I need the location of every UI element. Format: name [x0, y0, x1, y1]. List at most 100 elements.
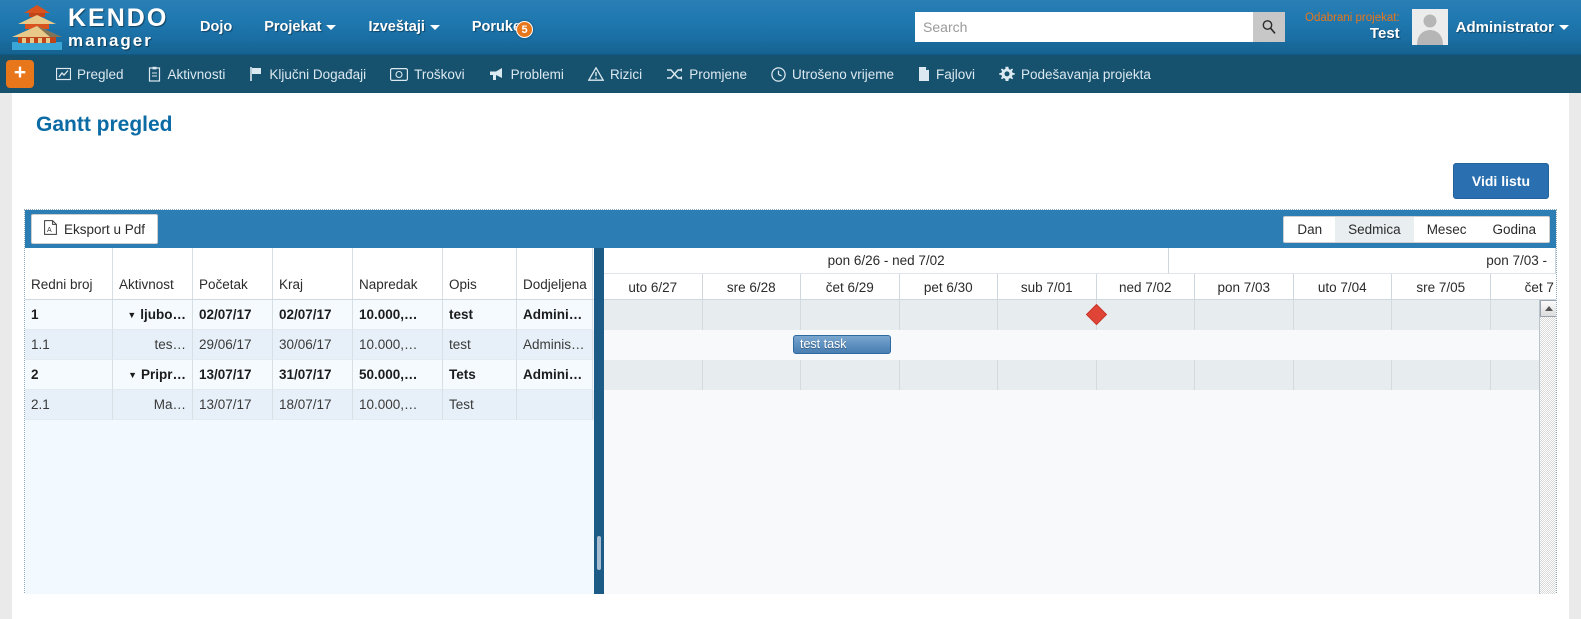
scroll-up-button[interactable]: [1540, 300, 1556, 317]
timeline-cell: [1195, 360, 1294, 390]
timeline-row[interactable]: [604, 390, 1556, 420]
cell-pocetak: 29/06/17: [193, 330, 273, 360]
add-button[interactable]: +: [6, 60, 34, 88]
timeline-cell: [801, 360, 900, 390]
subnav-item-rizici[interactable]: Rizici: [576, 67, 654, 82]
grid-column-aktivnost[interactable]: Aktivnost: [113, 248, 193, 299]
subnav-item-aktivnosti[interactable]: Aktivnosti: [136, 66, 238, 82]
subnav-item-problemi-label: Problemi: [510, 66, 564, 82]
header-right-section: Odabrani projekat: Test Administrator: [915, 0, 1581, 55]
table-row[interactable]: 1 ▼ ljubo… 02/07/17 02/07/17 10.000,… tes…: [25, 300, 594, 330]
messages-count-badge: 5: [516, 21, 534, 38]
cell-aktivnost[interactable]: ▼ Pripr…: [113, 360, 193, 390]
subnav-item-pregled[interactable]: Pregled: [44, 67, 136, 82]
nav-item-izvestaji[interactable]: Izveštaji: [352, 19, 455, 35]
subnav-item-fajlovi-label: Fajlovi: [936, 66, 976, 82]
table-row[interactable]: 1.1 tes… 29/06/17 30/06/17 10.000,… test…: [25, 330, 594, 360]
brand-logo[interactable]: KENDO manager: [0, 0, 170, 55]
nav-item-projekat[interactable]: Projekat: [248, 19, 352, 35]
megaphone-icon: [489, 67, 505, 81]
timeline-day-1: sre 6/28: [703, 274, 801, 300]
subnav-item-utroseno-vrijeme-label: Utrošeno vrijeme: [791, 66, 895, 82]
subnav-item-podesavanja-projekta-label: Podešavanja projekta: [1021, 66, 1151, 82]
grid-column-kraj-label: Kraj: [279, 277, 304, 293]
grid-column-pocetak[interactable]: Početak: [193, 248, 273, 299]
gantt-view-dan[interactable]: Dan: [1284, 216, 1336, 242]
timeline-cell: [1294, 390, 1393, 420]
nav-item-dojo[interactable]: Dojo: [184, 19, 248, 35]
table-row[interactable]: 2 ▼ Pripr… 13/07/17 31/07/17 50.000,… Tet…: [25, 360, 594, 390]
cell-pocetak: 02/07/17: [193, 300, 273, 330]
timeline-cell: [998, 300, 1097, 330]
search-input[interactable]: [915, 12, 1254, 42]
subnav-item-problemi[interactable]: Problemi: [477, 67, 576, 82]
view-list-button[interactable]: Vidi listu: [1452, 163, 1549, 199]
grid-column-redni-broj[interactable]: Redni broj: [25, 248, 113, 299]
subnav-item-kljucni-dogadaji[interactable]: Ključni Događaji: [237, 66, 378, 82]
timeline-row[interactable]: [604, 330, 1556, 360]
grid-column-opis-label: Opis: [449, 277, 477, 293]
gantt-body: Redni broj Aktivnost Početak Kraj Napred…: [25, 248, 1556, 594]
subnav-item-podesavanja-projekta[interactable]: Podešavanja projekta: [987, 66, 1163, 82]
page-title: Gantt pregled: [36, 113, 173, 136]
timeline-cell: [703, 360, 801, 390]
timeline-cell: [1195, 300, 1294, 330]
subnav-item-utroseno-vrijeme[interactable]: Utrošeno vrijeme: [759, 67, 906, 82]
timeline-row[interactable]: [604, 300, 1556, 330]
chevron-down-icon: [429, 24, 440, 30]
timeline-row[interactable]: [604, 360, 1556, 390]
timeline-vertical-scrollbar[interactable]: [1539, 300, 1556, 594]
timeline-cell: [900, 330, 999, 360]
timeline-cell: [1392, 360, 1491, 390]
grid-column-opis[interactable]: Opis: [443, 248, 517, 299]
grid-column-pocetak-label: Početak: [199, 277, 248, 293]
cell-pocetak: 13/07/17: [193, 390, 273, 420]
subnav-item-fajlovi[interactable]: Fajlovi: [906, 66, 987, 82]
grid-column-napredak-label: Napredak: [359, 277, 418, 293]
expander-icon[interactable]: ▼: [128, 370, 137, 380]
cell-aktivnost-label: ljubo…: [140, 307, 186, 322]
selected-project: Odabrani projekat: Test: [1305, 12, 1400, 42]
cell-dodjeljena: [517, 390, 593, 420]
timeline-cell: [1294, 330, 1393, 360]
gantt-task-grid: Redni broj Aktivnost Početak Kraj Napred…: [25, 248, 594, 594]
project-sub-navigation: + Pregled Aktivnosti Ključni Događaji Tr…: [0, 55, 1581, 93]
page-actions: Vidi listu: [24, 163, 1557, 199]
flag-icon: [249, 66, 263, 82]
cell-dodjeljena: Admini…: [517, 360, 593, 390]
arrow-up-icon: [1544, 306, 1553, 311]
timeline-cell: [604, 390, 703, 420]
grid-header-row: Redni broj Aktivnost Početak Kraj Napred…: [25, 248, 594, 300]
timeline-cell: [1097, 300, 1195, 330]
grid-timeline-splitter[interactable]: [594, 248, 604, 594]
money-icon: [390, 67, 409, 81]
grid-column-napredak[interactable]: Napredak: [353, 248, 443, 299]
gantt-view-mesec[interactable]: Mesec: [1413, 216, 1480, 242]
cell-aktivnost[interactable]: ▼ ljubo…: [113, 300, 193, 330]
search-icon[interactable]: [1253, 12, 1286, 42]
cell-napredak: 10.000,…: [353, 390, 443, 420]
expander-icon[interactable]: ▼: [127, 310, 136, 320]
splitter-handle[interactable]: [597, 536, 601, 570]
gantt-view-godina[interactable]: Godina: [1479, 216, 1549, 242]
timeline-header: pon 6/26 - ned 7/02 pon 7/03 - uto 6/27 …: [604, 248, 1556, 300]
cell-opis: Test: [443, 390, 517, 420]
timeline-cell: [604, 330, 703, 360]
gantt-view-sedmica[interactable]: Sedmica: [1335, 216, 1414, 242]
timeline-cell: [998, 330, 1097, 360]
grid-column-dodjeljena[interactable]: Dodjeljena: [517, 248, 593, 299]
timeline-cell: [703, 390, 802, 420]
gantt-task-bar[interactable]: test task: [793, 335, 891, 354]
grid-column-kraj[interactable]: Kraj: [273, 248, 353, 299]
user-menu[interactable]: Administrator: [1456, 19, 1569, 36]
export-pdf-button[interactable]: A Eksport u Pdf: [31, 214, 159, 244]
clock-icon: [771, 66, 786, 82]
table-row[interactable]: 2.1 Ma… 13/07/17 18/07/17 10.000,… Test: [25, 390, 594, 420]
timeline-cell: [900, 390, 999, 420]
subnav-item-troskovi[interactable]: Troškovi: [378, 67, 477, 82]
timeline-cell: [998, 360, 1097, 390]
subnav-item-promjene[interactable]: Promjene: [654, 67, 759, 82]
nav-item-poruke[interactable]: Poruke 5: [456, 19, 537, 38]
avatar[interactable]: [1411, 9, 1448, 45]
timeline-cell: [1097, 360, 1195, 390]
